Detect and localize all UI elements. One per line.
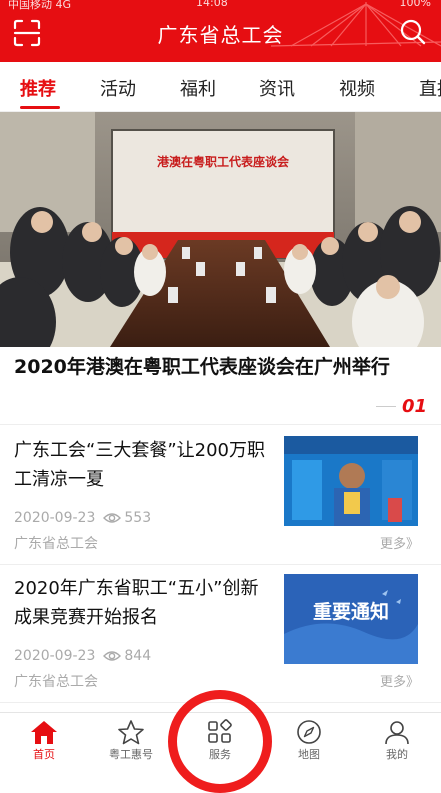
view-count: 844 [103, 648, 151, 664]
news-date: 2020-09-23 [14, 510, 96, 526]
news-item[interactable]: 广东工会“三大套餐”让200万职工清凉一夏 2020-09-23 553 广东省… [0, 436, 441, 572]
nav-label: 首页 [33, 748, 55, 761]
more-link[interactable]: 更多》 [380, 533, 419, 552]
tab-benefits[interactable]: 福利 [180, 75, 216, 101]
user-icon [385, 721, 409, 745]
news-title[interactable]: 广东工会“三大套餐”让200万职工清凉一夏 [14, 436, 274, 494]
news-thumbnail[interactable] [284, 436, 418, 526]
hero-banner[interactable]: 港澳在粤职工代表座谈会 [0, 112, 441, 347]
status-carrier: 中国移动 4G [8, 0, 72, 11]
active-tab-indicator [20, 106, 60, 109]
nav-profile[interactable]: 我的 [362, 719, 432, 762]
category-tabs: 推荐 活动 福利 资讯 视频 直播 [0, 62, 441, 112]
search-icon[interactable] [399, 18, 427, 46]
index-dash [375, 406, 396, 407]
compass-icon [297, 720, 321, 744]
hero-image: 港澳在粤职工代表座谈会 [0, 112, 441, 347]
hero-slide-index: 01 [375, 396, 427, 417]
nav-label: 粤工惠号 [109, 748, 153, 761]
news-title[interactable]: 2020年广东省职工“五小”创新成果竞赛开始报名 [14, 574, 274, 632]
bottom-navigation: 首页 粤工惠号 服务 地图 我的 [0, 712, 441, 793]
news-meta: 2020-09-23 553 [14, 510, 151, 526]
news-date: 2020-09-23 [14, 648, 96, 664]
nav-home[interactable]: 首页 [9, 719, 79, 762]
views-value: 844 [124, 648, 152, 664]
nav-label: 服务 [209, 748, 231, 761]
view-count: 553 [103, 510, 151, 526]
svg-text:港澳在粤职工代表座谈会: 港澳在粤职工代表座谈会 [157, 154, 290, 169]
home-icon [31, 721, 57, 744]
more-link[interactable]: 更多》 [380, 671, 419, 690]
hero-headline[interactable]: 2020年港澳在粤职工代表座谈会在广州举行 [14, 352, 434, 382]
thumbnail-image [284, 436, 418, 526]
eye-icon [103, 513, 122, 523]
app-header: 中国移动 4G 14:08 100% 广东省总工会 [0, 0, 441, 62]
tab-video[interactable]: 视频 [339, 75, 375, 101]
status-time: 14:08 [196, 0, 228, 9]
eye-icon [103, 651, 122, 661]
nav-map[interactable]: 地图 [274, 719, 344, 762]
thumbnail-image: 重要通知 [284, 574, 418, 664]
tab-news[interactable]: 资讯 [259, 75, 295, 101]
nav-yuegong[interactable]: 粤工惠号 [96, 719, 166, 762]
nav-label: 地图 [298, 748, 320, 761]
news-source: 广东省总工会 [14, 674, 98, 690]
divider [0, 564, 441, 565]
news-item[interactable]: 2020年广东省职工“五小”创新成果竞赛开始报名 2020-09-23 844 … [0, 574, 441, 710]
svg-text:重要通知: 重要通知 [313, 600, 389, 623]
views-value: 553 [124, 510, 152, 526]
divider [0, 424, 441, 425]
tab-recommend[interactable]: 推荐 [20, 75, 56, 101]
grid-icon [208, 719, 232, 743]
nav-services[interactable]: 服务 [185, 719, 255, 762]
slide-number: 01 [401, 396, 427, 417]
tab-live[interactable]: 直播 [419, 75, 441, 101]
news-thumbnail[interactable]: 重要通知 [284, 574, 418, 664]
divider [0, 702, 441, 703]
news-meta: 2020-09-23 844 [14, 648, 151, 664]
news-source: 广东省总工会 [14, 536, 98, 552]
tab-activities[interactable]: 活动 [100, 75, 136, 101]
star-icon [118, 720, 144, 745]
page-title: 广东省总工会 [157, 23, 284, 47]
nav-label: 我的 [386, 748, 408, 761]
